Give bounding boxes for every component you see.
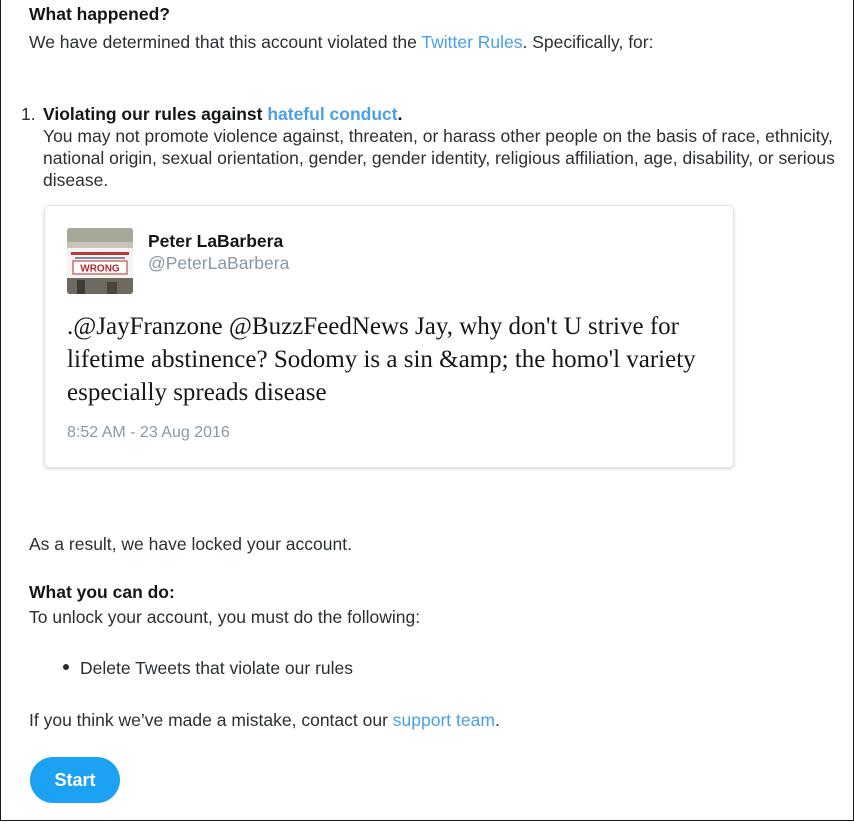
- unlock-instructions: To unlock your account, you must do the …: [29, 607, 421, 627]
- hateful-conduct-link[interactable]: hateful conduct: [267, 104, 397, 124]
- what-you-can-do-heading: What you can do:: [29, 582, 175, 602]
- tweet-timestamp[interactable]: 8:52 AM - 23 Aug 2016: [67, 423, 230, 443]
- step-text: Delete Tweets that violate our rules: [80, 658, 354, 678]
- avatar[interactable]: WRONG: [67, 228, 133, 294]
- tweet-text: .@JayFranzone @BuzzFeedNews Jay, why don…: [67, 313, 696, 406]
- start-button[interactable]: Start: [30, 757, 120, 803]
- what-happened-text-after: . Specifically, for:: [522, 32, 654, 52]
- avatar-image: WRONG: [67, 228, 133, 294]
- what-happened-heading: What happened?: [29, 4, 170, 24]
- tweet-card[interactable]: WRONG Peter LaBarbera @PeterLaBarbera .@…: [44, 205, 734, 468]
- what-happened-text: We have determined that this account vio…: [29, 31, 653, 53]
- mistake-text-after: .: [494, 710, 500, 730]
- tweet-author-handle[interactable]: @PeterLaBarbera: [148, 252, 289, 274]
- support-team-link[interactable]: support team: [393, 710, 495, 730]
- what-happened-text-before: We have determined that this account vio…: [29, 32, 422, 52]
- notice-page: What happened? We have determined that t…: [0, 0, 854, 821]
- steps-list: Delete Tweets that violate our rules: [63, 657, 353, 679]
- violation-description: You may not promote violence against, th…: [43, 126, 835, 190]
- twitter-rules-link[interactable]: Twitter Rules: [421, 32, 522, 52]
- bullet-icon: [63, 664, 69, 671]
- violation-number: 1.: [21, 104, 36, 124]
- violation-title-after: .: [397, 104, 403, 124]
- list-item: Delete Tweets that violate our rules: [63, 657, 353, 679]
- violation-title: Violating our rules against hateful cond…: [43, 103, 402, 125]
- mistake-text-before: If you think we’ve made a mistake, conta…: [29, 710, 393, 730]
- mistake-text: If you think we’ve made a mistake, conta…: [29, 709, 500, 731]
- tweet-author-name[interactable]: Peter LaBarbera: [148, 230, 283, 252]
- avatar-sign-text: WRONG: [80, 264, 120, 275]
- violation-title-before: Violating our rules against: [43, 104, 268, 124]
- result-text: As a result, we have locked your account…: [29, 534, 352, 554]
